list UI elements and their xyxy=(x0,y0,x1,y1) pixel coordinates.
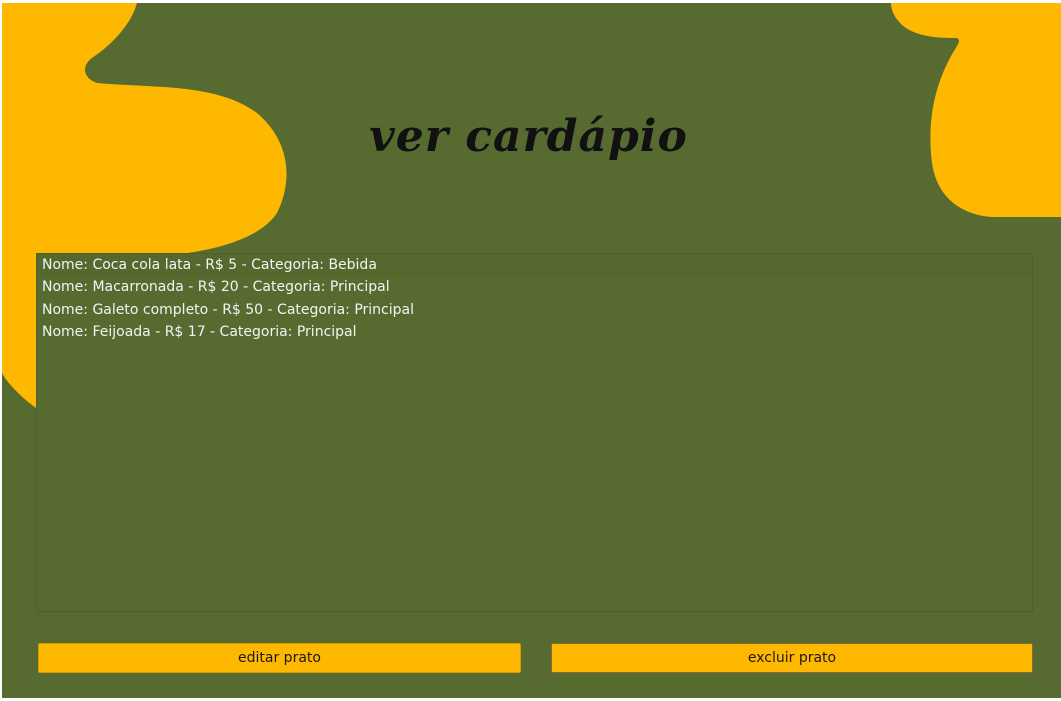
right-blob-shape xyxy=(891,3,1061,217)
menu-listbox[interactable]: Nome: Coca cola lata - R$ 5 - Categoria:… xyxy=(36,253,1033,612)
list-item[interactable]: Nome: Feijoada - R$ 17 - Categoria: Prin… xyxy=(37,321,1032,343)
delete-dish-button[interactable]: excluir prato xyxy=(551,643,1033,673)
list-item[interactable]: Nome: Galeto completo - R$ 50 - Categori… xyxy=(37,299,1032,321)
list-item[interactable]: Nome: Macarronada - R$ 20 - Categoria: P… xyxy=(37,276,1032,298)
page-title: ver cardápio xyxy=(369,111,688,162)
app-window: ver cardápio Nome: Coca cola lata - R$ 5… xyxy=(2,3,1061,698)
edit-dish-button[interactable]: editar prato xyxy=(38,643,521,673)
list-item[interactable]: Nome: Coca cola lata - R$ 5 - Categoria:… xyxy=(37,254,1032,277)
